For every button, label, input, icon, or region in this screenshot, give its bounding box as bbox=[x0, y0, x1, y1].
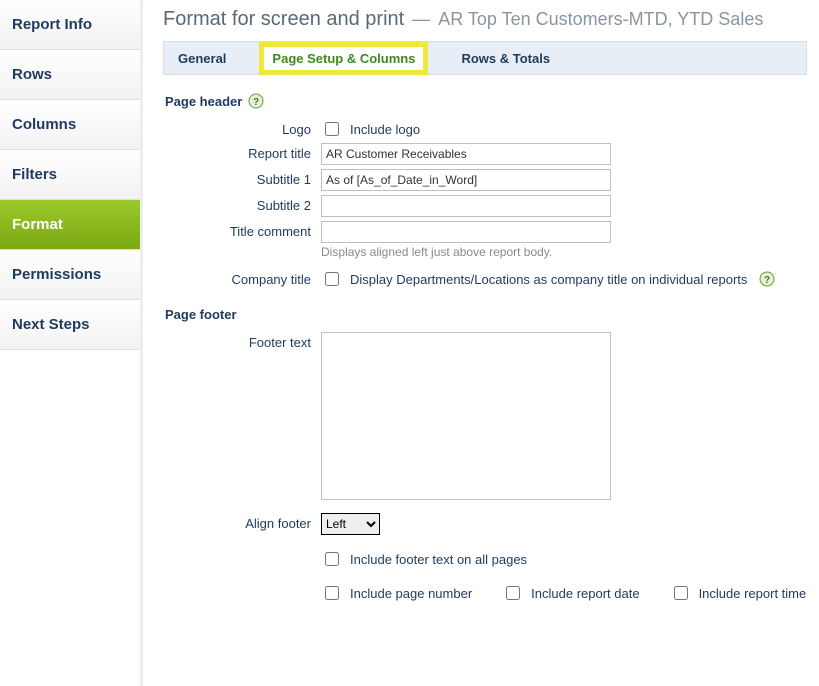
company-title-label: Company title bbox=[163, 269, 321, 287]
title-comment-label: Title comment bbox=[163, 221, 321, 239]
tab-bar: General Page Setup & Columns Rows & Tota… bbox=[163, 41, 807, 75]
main-panel: Format for screen and print — AR Top Ten… bbox=[143, 0, 819, 686]
include-footer-all-pages-checkbox[interactable] bbox=[325, 552, 339, 566]
sidebar-item-label: Next Steps bbox=[12, 316, 90, 333]
include-page-number-checkbox[interactable] bbox=[325, 586, 339, 600]
include-logo-label: Include logo bbox=[350, 122, 420, 137]
company-title-checkbox[interactable] bbox=[325, 272, 339, 286]
section-label: Page footer bbox=[165, 307, 237, 322]
report-title-input[interactable] bbox=[321, 143, 611, 165]
include-report-time-label: Include report time bbox=[699, 586, 807, 601]
svg-text:?: ? bbox=[253, 97, 259, 108]
help-icon[interactable]: ? bbox=[248, 93, 264, 109]
tab-general[interactable]: General bbox=[168, 45, 236, 72]
sidebar-item-filters[interactable]: Filters bbox=[0, 150, 140, 200]
page-title-row: Format for screen and print — AR Top Ten… bbox=[163, 4, 807, 41]
sidebar-item-next-steps[interactable]: Next Steps bbox=[0, 300, 140, 350]
subtitle1-label: Subtitle 1 bbox=[163, 169, 321, 187]
sidebar-item-label: Report Info bbox=[12, 16, 92, 33]
section-label: Page header bbox=[165, 94, 242, 109]
sidebar-item-columns[interactable]: Columns bbox=[0, 100, 140, 150]
section-page-footer: Page footer bbox=[165, 307, 807, 322]
sidebar-item-label: Columns bbox=[12, 116, 76, 133]
sidebar-item-label: Filters bbox=[12, 166, 57, 183]
include-report-time-checkbox[interactable] bbox=[674, 586, 688, 600]
page-title-dash: — bbox=[412, 9, 430, 30]
sidebar-item-permissions[interactable]: Permissions bbox=[0, 250, 140, 300]
tab-rows-totals[interactable]: Rows & Totals bbox=[451, 45, 560, 72]
report-title-label: Report title bbox=[163, 143, 321, 161]
sidebar-item-report-info[interactable]: Report Info bbox=[0, 0, 140, 50]
help-icon[interactable]: ? bbox=[759, 271, 775, 287]
sidebar: Report Info Rows Columns Filters Format … bbox=[0, 0, 143, 686]
subtitle2-label: Subtitle 2 bbox=[163, 195, 321, 213]
footer-text-input[interactable] bbox=[321, 332, 611, 500]
section-page-header: Page header ? bbox=[165, 93, 807, 109]
include-footer-all-pages-label: Include footer text on all pages bbox=[350, 552, 527, 567]
svg-text:?: ? bbox=[764, 275, 770, 286]
include-logo-checkbox[interactable] bbox=[325, 122, 339, 136]
align-footer-label: Align footer bbox=[163, 513, 321, 531]
include-report-date-label: Include report date bbox=[531, 586, 639, 601]
subtitle2-input[interactable] bbox=[321, 195, 611, 217]
include-page-number-label: Include page number bbox=[350, 586, 472, 601]
logo-label: Logo bbox=[163, 119, 321, 137]
page-title: Format for screen and print bbox=[163, 8, 404, 31]
sidebar-item-label: Rows bbox=[12, 66, 52, 83]
sidebar-item-format[interactable]: Format bbox=[0, 200, 140, 250]
subtitle1-input[interactable] bbox=[321, 169, 611, 191]
include-report-date-checkbox[interactable] bbox=[506, 586, 520, 600]
page-subtitle: AR Top Ten Customers-MTD, YTD Sales bbox=[438, 9, 763, 30]
align-footer-select[interactable]: Left Center Right bbox=[321, 513, 380, 535]
sidebar-item-label: Permissions bbox=[12, 266, 101, 283]
sidebar-item-rows[interactable]: Rows bbox=[0, 50, 140, 100]
footer-text-label: Footer text bbox=[163, 332, 321, 350]
title-comment-input[interactable] bbox=[321, 221, 611, 243]
sidebar-item-label: Format bbox=[12, 216, 63, 233]
title-comment-hint: Displays aligned left just above report … bbox=[321, 245, 611, 259]
tab-page-setup-columns[interactable]: Page Setup & Columns bbox=[262, 45, 425, 72]
company-title-text: Display Departments/Locations as company… bbox=[350, 272, 747, 287]
